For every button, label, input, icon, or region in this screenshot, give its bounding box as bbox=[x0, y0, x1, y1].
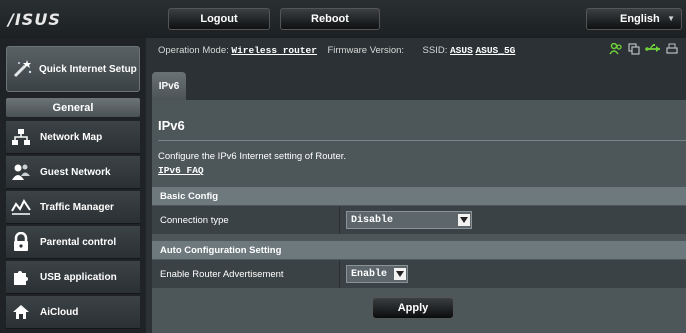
top-bar: /ISUS Logout Reboot English ▼ bbox=[0, 0, 686, 38]
page-title: IPv6 bbox=[158, 118, 185, 133]
auto-config-header: Auto Configuration Setting bbox=[152, 241, 686, 259]
language-label: English bbox=[620, 13, 660, 25]
connection-type-value: Disable bbox=[351, 214, 394, 226]
language-dropdown[interactable]: English ▼ bbox=[586, 8, 682, 30]
lock-icon bbox=[10, 231, 32, 253]
operation-mode-link[interactable]: Wireless router bbox=[231, 45, 317, 56]
status-icons bbox=[609, 42, 678, 60]
firmware-version-label: Firmware Version: bbox=[327, 45, 405, 56]
router-advertisement-select[interactable]: Enable bbox=[346, 265, 408, 283]
operation-mode-label: Operation Mode: bbox=[158, 45, 229, 56]
connection-type-label: Connection type bbox=[152, 206, 340, 234]
printer-icon[interactable] bbox=[666, 42, 678, 60]
status-line: Operation Mode: Wireless router Firmware… bbox=[158, 45, 515, 56]
network-map-icon bbox=[10, 126, 32, 148]
quick-internet-setup-label: Quick Internet Setup bbox=[39, 63, 137, 75]
sidebar-item-traffic-manager[interactable]: Traffic Manager bbox=[6, 191, 140, 224]
connection-type-select[interactable]: Disable bbox=[346, 211, 472, 229]
guest-network-icon bbox=[10, 161, 32, 183]
sidebar-item-guest-network[interactable]: Guest Network bbox=[6, 156, 140, 189]
router-advertisement-value: Enable bbox=[351, 268, 388, 280]
cloud-icon bbox=[10, 301, 32, 323]
basic-config-header: Basic Config bbox=[152, 187, 686, 205]
logout-button[interactable]: Logout bbox=[168, 8, 270, 30]
apply-button[interactable]: Apply bbox=[372, 297, 454, 319]
sidebar-item-label: Network Map bbox=[40, 131, 103, 143]
sidebar-item-aicloud[interactable]: AiCloud bbox=[6, 296, 140, 329]
main-content: Operation Mode: Wireless router Firmware… bbox=[146, 38, 686, 333]
asus-logo: /ISUS bbox=[8, 10, 61, 29]
title-divider bbox=[158, 140, 686, 141]
router-advertisement-label: Enable Router Advertisement bbox=[152, 260, 340, 288]
sidebar-item-parental-control[interactable]: Parental control bbox=[6, 226, 140, 259]
dropdown-arrow-icon bbox=[458, 214, 470, 226]
sidebar-item-network-map[interactable]: Network Map bbox=[6, 121, 140, 154]
router-advertisement-row: Enable Router Advertisement Enable bbox=[152, 260, 686, 288]
sidebar-item-label: USB application bbox=[40, 271, 117, 283]
traffic-manager-icon bbox=[10, 196, 32, 218]
sidebar-item-label: Parental control bbox=[40, 236, 117, 248]
clients-icon[interactable] bbox=[609, 42, 623, 60]
sidebar-item-label: Traffic Manager bbox=[40, 201, 114, 213]
copy-icon[interactable] bbox=[628, 42, 640, 60]
sidebar-item-usb-application[interactable]: USB application bbox=[6, 261, 140, 294]
ssid-link-5g[interactable]: ASUS_5G bbox=[475, 45, 515, 56]
magic-wand-icon bbox=[11, 58, 33, 80]
dropdown-arrow-icon bbox=[394, 268, 406, 280]
sidebar-item-label: Guest Network bbox=[40, 166, 111, 178]
general-section-header: General bbox=[6, 98, 140, 117]
connection-type-row: Connection type Disable bbox=[152, 206, 686, 234]
ssid-link-2g[interactable]: ASUS bbox=[450, 45, 473, 56]
puzzle-icon bbox=[10, 266, 32, 288]
sidebar-item-label: AiCloud bbox=[40, 306, 79, 318]
page-description: Configure the IPv6 Internet setting of R… bbox=[158, 151, 347, 162]
tab-ipv6[interactable]: IPv6 bbox=[152, 72, 186, 100]
reboot-button[interactable]: Reboot bbox=[280, 8, 380, 30]
ipv6-faq-link[interactable]: IPv6 FAQ bbox=[158, 165, 204, 176]
ssid-label: SSID: bbox=[422, 45, 448, 56]
usb-icon[interactable] bbox=[645, 42, 661, 60]
caret-down-icon: ▼ bbox=[667, 14, 675, 23]
quick-internet-setup-button[interactable]: Quick Internet Setup bbox=[6, 46, 140, 92]
sidebar: Quick Internet Setup General Network Map… bbox=[0, 38, 146, 333]
